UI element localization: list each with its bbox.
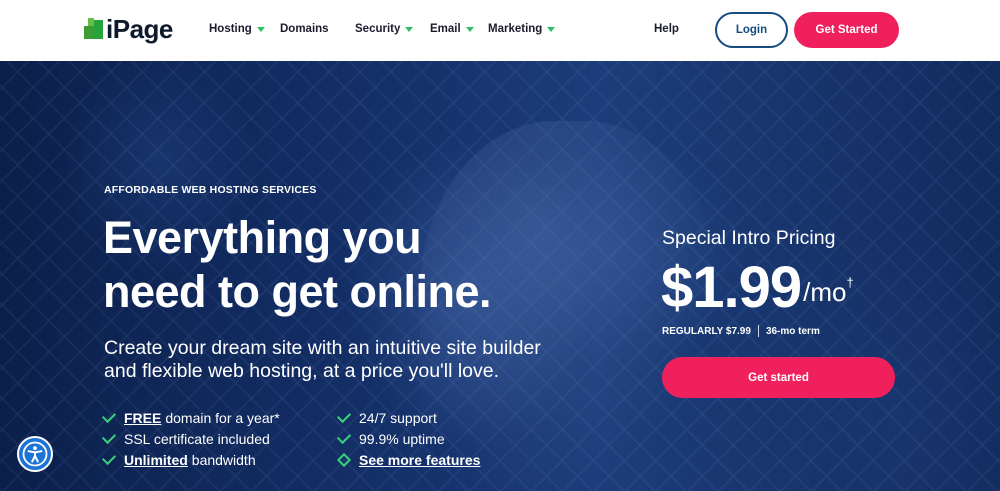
diamond-icon	[336, 452, 352, 467]
nav-item-label: Help	[654, 23, 679, 35]
feature-item: Unlimited bandwidth	[101, 449, 280, 470]
hero-headline-line: need to get online.	[103, 266, 492, 317]
feature-text: domain for a year*	[165, 409, 280, 426]
chevron-down-icon	[465, 26, 474, 32]
price-display: $1.99 /mo †	[661, 253, 854, 323]
hero-eyebrow: AFFORDABLE WEB HOSTING SERVICES	[104, 184, 317, 196]
nav-item-marketing[interactable]: Marketing	[488, 21, 556, 37]
feature-item: FREE domain for a year*	[101, 407, 280, 428]
accessibility-icon	[22, 441, 48, 467]
divider	[757, 325, 759, 337]
price-unit: /mo	[803, 277, 847, 307]
price-footnote-mark: †	[846, 275, 854, 290]
get-started-button[interactable]: Get Started	[794, 12, 899, 48]
nav-item-label: Security	[355, 23, 401, 35]
regular-price: REGULARLY $7.99	[662, 325, 751, 337]
see-more-features-item[interactable]: See more features	[336, 449, 480, 470]
price-term: 36-mo term	[765, 325, 820, 337]
hero-section: AFFORDABLE WEB HOSTING SERVICES Everythi…	[0, 61, 1000, 491]
chevron-down-icon	[405, 26, 414, 32]
price-amount: $1.99	[661, 255, 802, 320]
feature-item: SSL certificate included	[101, 428, 280, 449]
top-navigation: iPage Hosting Domains Security Email Mar…	[0, 0, 1000, 61]
pricing-label: Special Intro Pricing	[662, 227, 836, 249]
hero-headline-line: Everything you	[103, 212, 422, 263]
price-note: REGULARLY $7.99 36-mo term	[662, 325, 820, 337]
feature-text: 99.9% uptime	[359, 430, 445, 447]
accessibility-button[interactable]	[17, 436, 53, 472]
chevron-down-icon	[547, 26, 556, 32]
brand-name: iPage	[106, 13, 173, 44]
get-started-cta-button[interactable]: Get started	[662, 357, 895, 398]
feature-text: bandwidth	[191, 451, 256, 468]
nav-item-domains[interactable]: Domains	[280, 21, 329, 37]
check-icon	[336, 408, 352, 423]
nav-item-label: Hosting	[209, 23, 252, 35]
check-icon	[101, 408, 117, 423]
check-icon	[336, 429, 352, 444]
nav-item-label: Marketing	[488, 23, 543, 35]
nav-item-label: Email	[430, 23, 461, 35]
feature-list-right: 24/7 support 99.9% uptime See more featu…	[336, 407, 480, 470]
hero-headline: Everything you need to get online.	[103, 211, 583, 319]
nav-item-help[interactable]: Help	[654, 21, 679, 37]
feature-emphasis-link[interactable]: FREE	[124, 410, 161, 426]
feature-item: 24/7 support	[336, 407, 480, 428]
feature-text: SSL certificate included	[124, 430, 270, 447]
feature-list-left: FREE domain for a year* SSL certificate …	[101, 407, 280, 470]
nav-item-security[interactable]: Security	[355, 21, 414, 37]
chevron-down-icon	[256, 26, 265, 32]
feature-text: 24/7 support	[359, 409, 437, 426]
login-button[interactable]: Login	[715, 12, 788, 48]
nav-item-hosting[interactable]: Hosting	[209, 21, 265, 37]
ipage-logo-mark-icon	[84, 18, 104, 40]
ipage-logo[interactable]: iPage	[84, 13, 173, 44]
feature-emphasis-link[interactable]: Unlimited	[124, 452, 188, 468]
check-icon	[101, 450, 117, 465]
hero-subheading: Create your dream site with an intuitive…	[104, 337, 541, 382]
feature-item: 99.9% uptime	[336, 428, 480, 449]
nav-item-label: Domains	[280, 23, 329, 35]
see-more-features-link[interactable]: See more features	[359, 452, 480, 468]
nav-item-email[interactable]: Email	[430, 21, 474, 37]
check-icon	[101, 429, 117, 444]
